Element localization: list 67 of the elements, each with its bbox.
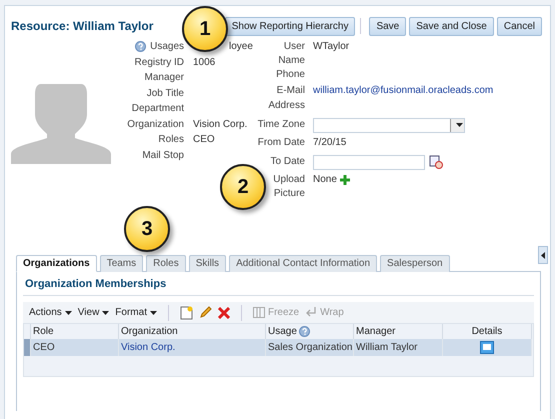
field-value: Vision Corp. — [193, 118, 248, 130]
pencil-icon[interactable] — [198, 306, 212, 319]
field-value: loyee — [228, 41, 253, 52]
section-title: Organization Memberships — [23, 278, 534, 296]
table-cell: William Taylor — [354, 339, 443, 356]
collapse-arrow-icon[interactable] — [541, 252, 545, 258]
tab[interactable]: Salesperson — [380, 255, 450, 272]
caret-icon — [64, 310, 72, 314]
table-cell: Vision Corp. — [119, 339, 266, 356]
tab[interactable]: Organizations — [16, 255, 97, 272]
tab[interactable]: Skills — [188, 255, 226, 272]
field-label: User Name — [277, 40, 305, 68]
field-value: 1006 — [193, 56, 216, 68]
menu-button[interactable]: Actions — [29, 307, 72, 318]
numbered-callout: 3 — [124, 206, 170, 252]
hierarchy-button[interactable]: Show Reporting Hierarchy — [224, 16, 356, 36]
add-icon[interactable] — [340, 175, 350, 185]
tab[interactable]: Roles — [146, 255, 186, 272]
field-label: Department — [132, 103, 184, 114]
column-header: Usage — [268, 326, 297, 337]
caret-icon — [150, 310, 157, 314]
table-cell: CEO — [31, 339, 119, 356]
field-label: Upload Picture — [272, 173, 305, 201]
delete-icon[interactable] — [218, 306, 230, 318]
column-header: Details — [472, 326, 502, 337]
tab[interactable]: Teams — [100, 255, 144, 272]
column-header: Organization — [121, 326, 178, 337]
menu-button[interactable]: Format — [115, 307, 157, 318]
columns-icon — [252, 307, 265, 318]
field-value: 7/20/15 — [313, 136, 346, 150]
field-value: CEO — [193, 134, 215, 145]
field-value: WTaylor — [313, 40, 350, 54]
details-icon[interactable] — [480, 341, 494, 354]
action-button[interactable]: Cancel — [496, 16, 542, 36]
row-selector[interactable] — [24, 339, 31, 356]
field-label: Registry ID — [134, 56, 184, 68]
field-label: Organization — [127, 118, 184, 130]
field-label: Address — [267, 99, 305, 113]
return-arrow-icon — [305, 307, 318, 318]
field-label: Phone — [275, 68, 305, 82]
page-title: Resource: William Taylor — [11, 19, 154, 33]
field-label: Roles — [158, 134, 184, 145]
table-cell: Sales Organization — [266, 339, 354, 356]
action-button[interactable]: Save — [369, 16, 406, 36]
caret-icon — [102, 310, 110, 314]
email-link[interactable]: william.taylor@fusionmail.oracleads.com — [313, 84, 494, 98]
numbered-callout: 1 — [182, 6, 228, 52]
help-icon[interactable] — [135, 41, 146, 52]
tab[interactable]: Additional Contact Information — [229, 255, 378, 272]
new-document-icon[interactable] — [180, 306, 193, 320]
field-label: Job Title — [146, 88, 184, 98]
help-icon[interactable] — [298, 326, 310, 337]
column-header: Manager — [356, 326, 396, 337]
date-field[interactable] — [313, 154, 425, 170]
numbered-callout: 2 — [220, 164, 266, 210]
menu-button[interactable]: View — [78, 307, 110, 318]
action-button[interactable]: Save and Close — [409, 16, 494, 36]
field-label: To Date — [270, 154, 305, 168]
field-label: Mail Stop — [142, 150, 184, 160]
field-label: Usages — [150, 41, 184, 52]
field-label: E-Mail — [276, 84, 305, 98]
field-label: Manager — [144, 72, 184, 83]
field-label: From Date — [256, 136, 305, 150]
caret-icon — [456, 123, 462, 127]
column-header: Role — [33, 326, 54, 337]
field-label: Time Zone — [256, 118, 305, 132]
field-value: None — [313, 173, 337, 187]
